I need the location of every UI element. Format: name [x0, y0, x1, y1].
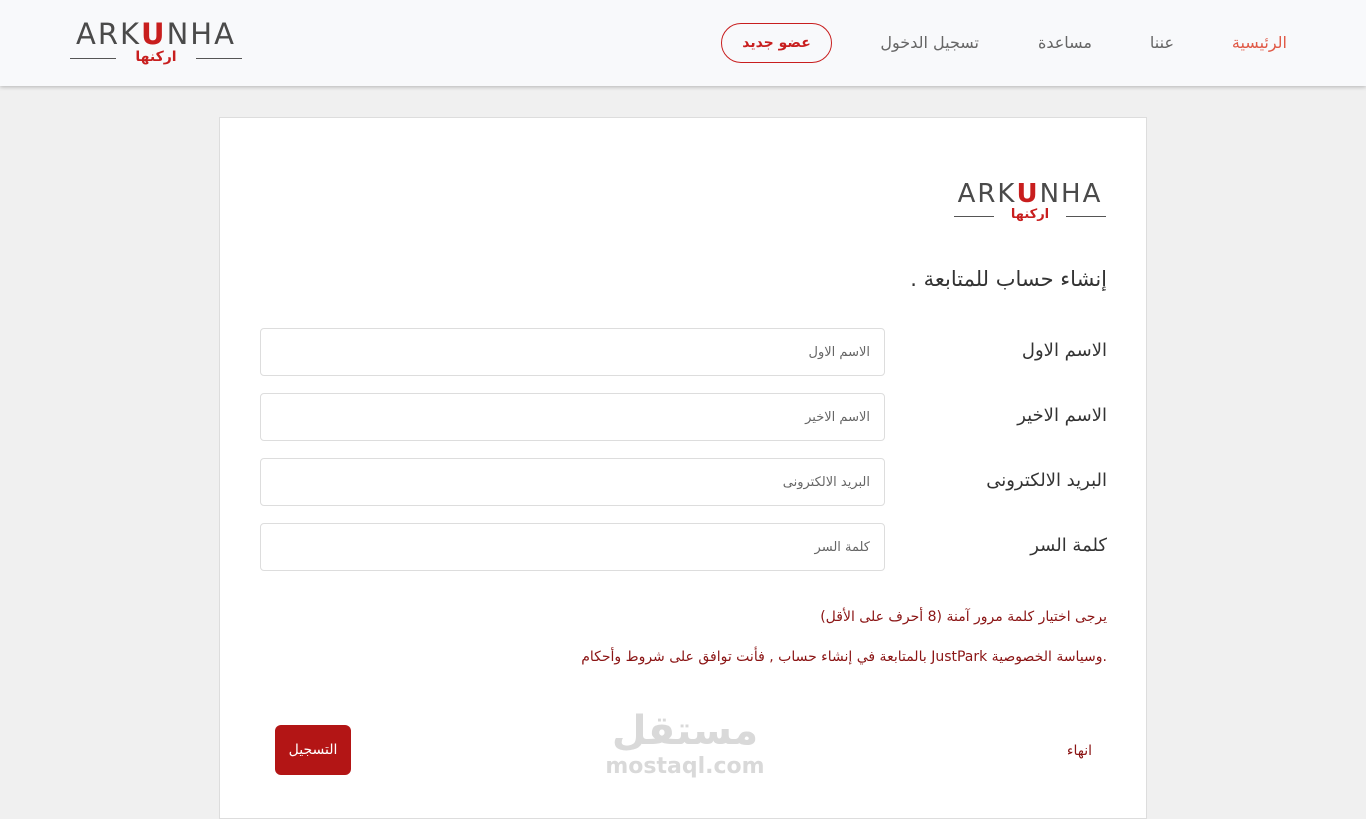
top-navbar: ARKUNHA اركنها الرئيسية عننا مساعدة تسجي… [0, 0, 1366, 86]
password-input[interactable] [260, 523, 885, 571]
new-member-button[interactable]: عضو جديد [721, 23, 832, 63]
watermark-arabic: مستقل [611, 708, 759, 754]
password-hint: يرجى اختيار كلمة مرور آمنة (8 أحرف على ا… [820, 609, 1107, 625]
first-name-input[interactable] [260, 328, 885, 376]
password-label: كلمة السر [1030, 535, 1107, 556]
form-title: إنشاء حساب للمتابعة . [910, 267, 1107, 291]
logo-arabic-text: اركنها [135, 49, 177, 65]
email-input[interactable] [260, 458, 885, 506]
terms-notice: .وسياسة الخصوصية JustPark بالمتابعة في إ… [581, 649, 1107, 665]
signup-card: ARKUNHA اركنها إنشاء حساب للمتابعة . الا… [219, 117, 1147, 819]
nav-about-link[interactable]: عننا [1150, 33, 1174, 53]
watermark-latin: mostaql.com [605, 754, 765, 779]
logo-wordmark: ARKUNHA [76, 17, 236, 51]
first-name-label: الاسم الاول [1021, 340, 1107, 361]
card-logo: ARKUNHA اركنها [954, 180, 1106, 224]
nav-login-link[interactable]: تسجيل الدخول [880, 33, 979, 53]
last-name-input[interactable] [260, 393, 885, 441]
card-logo-arabic-text: اركنها [1010, 207, 1050, 222]
finish-link[interactable]: انهاء [1067, 742, 1092, 760]
nav-help-link[interactable]: مساعدة [1038, 33, 1092, 53]
email-label: البريد الالكترونى [986, 470, 1107, 491]
card-logo-wordmark: ARKUNHA [957, 179, 1103, 209]
brand-logo[interactable]: ARKUNHA اركنها [70, 18, 242, 66]
last-name-label: الاسم الاخير [1017, 405, 1107, 426]
register-submit-button[interactable]: التسجيل [275, 725, 351, 775]
watermark: مستقل mostaql.com [600, 708, 770, 780]
nav-home-link[interactable]: الرئيسية [1232, 33, 1287, 53]
